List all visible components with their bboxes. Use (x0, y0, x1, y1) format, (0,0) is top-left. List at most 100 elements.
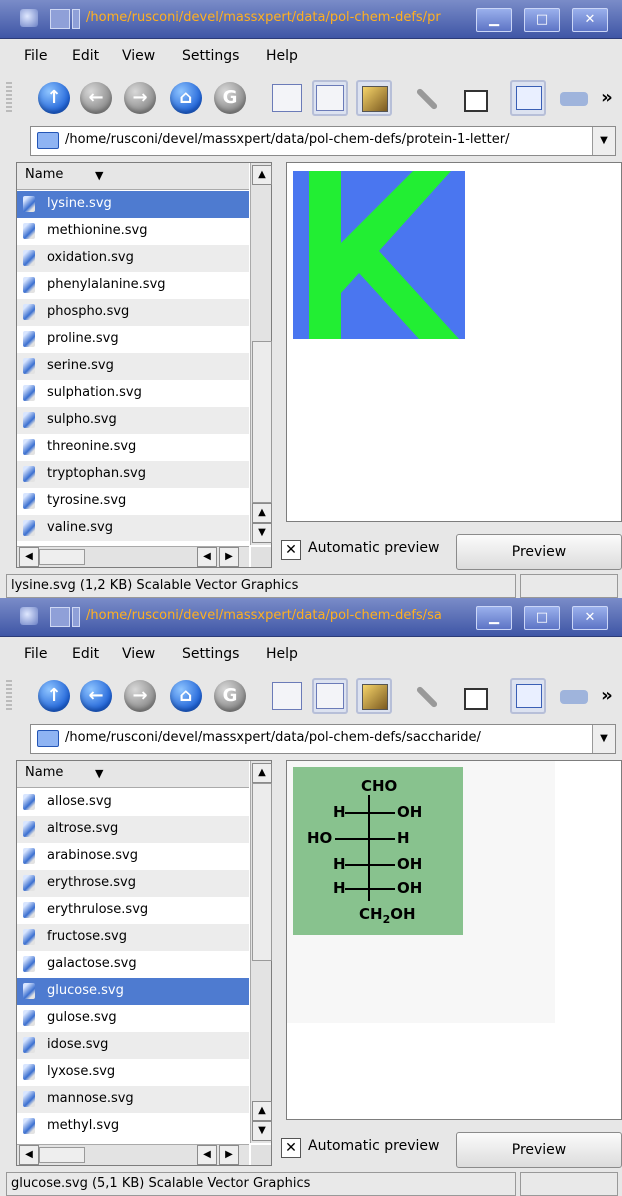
column-header-name[interactable]: Name ▼ (17, 761, 249, 788)
close-button[interactable]: ✕ (572, 8, 608, 32)
list-item[interactable]: serine.svg (17, 353, 249, 380)
up-arrow-icon[interactable]: ↑ (38, 680, 70, 712)
sticky-icon[interactable] (50, 9, 70, 29)
list-item[interactable]: threonine.svg (17, 434, 249, 461)
location-text[interactable]: /home/rusconi/devel/massxpert/data/pol-c… (65, 132, 509, 147)
list-item[interactable]: methyl.svg (17, 1113, 249, 1139)
minimize-button[interactable]: ▁ (476, 8, 512, 32)
preview-toggle-icon[interactable] (356, 80, 392, 116)
list-item[interactable]: proline.svg (17, 326, 249, 353)
preview-button[interactable]: Preview (456, 534, 622, 570)
forward-arrow-icon[interactable]: → (124, 82, 156, 114)
stack-icon[interactable] (460, 82, 492, 114)
automatic-preview-label[interactable]: Automatic preview (308, 540, 439, 556)
menu-file[interactable]: File (24, 48, 47, 64)
list-item[interactable]: gulose.svg (17, 1005, 249, 1032)
scroll-thumb[interactable] (39, 549, 85, 565)
detail-view-icon[interactable] (312, 80, 348, 116)
horizontal-scrollbar[interactable]: ◀ ◀ ▶ (17, 1144, 249, 1165)
maximize-button[interactable]: □ (524, 8, 560, 32)
scroll-up-icon[interactable]: ▲ (252, 1101, 272, 1121)
list-item[interactable]: glucose.svg (17, 978, 249, 1005)
vertical-scrollbar[interactable]: ▲ ▲ ▼ (250, 163, 272, 545)
new-window-icon[interactable] (510, 678, 546, 714)
menu-settings[interactable]: Settings (182, 646, 239, 662)
list-item[interactable]: altrose.svg (17, 816, 249, 843)
list-item[interactable]: lyxose.svg (17, 1059, 249, 1086)
vertical-scrollbar[interactable]: ▲ ▲ ▼ (250, 761, 272, 1143)
automatic-preview-checkbox[interactable]: ✕ (281, 1138, 301, 1158)
scroll-left-icon[interactable]: ◀ (19, 1145, 39, 1165)
menu-help[interactable]: Help (266, 48, 298, 64)
more-icon[interactable]: » (596, 82, 618, 114)
shade-icon[interactable] (72, 607, 80, 627)
list-item[interactable]: tryptophan.svg (17, 461, 249, 488)
scroll-left-icon[interactable]: ◀ (197, 547, 217, 567)
scroll-right-icon[interactable]: ▶ (219, 1145, 239, 1165)
chevron-down-icon[interactable]: ▼ (592, 127, 615, 155)
sticky-icon[interactable] (50, 607, 70, 627)
toolbar-grip[interactable] (6, 82, 12, 114)
list-item[interactable]: fructose.svg (17, 924, 249, 951)
menu-view[interactable]: View (122, 48, 155, 64)
menu-edit[interactable]: Edit (72, 48, 99, 64)
location-combo[interactable]: /home/rusconi/devel/massxpert/data/pol-c… (30, 126, 616, 156)
list-item[interactable]: lysine.svg (17, 191, 249, 218)
up-arrow-icon[interactable]: ↑ (38, 82, 70, 114)
list-item[interactable]: idose.svg (17, 1032, 249, 1059)
list-item[interactable]: phenylalanine.svg (17, 272, 249, 299)
menu-edit[interactable]: Edit (72, 646, 99, 662)
scroll-down-icon[interactable]: ▼ (252, 1121, 272, 1141)
list-item[interactable]: mannose.svg (17, 1086, 249, 1113)
home-icon[interactable]: ⌂ (170, 680, 202, 712)
automatic-preview-label[interactable]: Automatic preview (308, 1138, 439, 1154)
wrench-icon[interactable] (410, 680, 442, 712)
more-icon[interactable]: » (596, 680, 618, 712)
menu-file[interactable]: File (24, 646, 47, 662)
scroll-left-icon[interactable]: ◀ (197, 1145, 217, 1165)
scroll-right-icon[interactable]: ▶ (219, 547, 239, 567)
preview-button[interactable]: Preview (456, 1132, 622, 1168)
list-item[interactable]: phospho.svg (17, 299, 249, 326)
scroll-thumb[interactable] (39, 1147, 85, 1163)
title-bar[interactable]: /home/rusconi/devel/massxpert/data/pol-c… (0, 0, 622, 39)
location-text[interactable]: /home/rusconi/devel/massxpert/data/pol-c… (65, 730, 481, 745)
icon-view-icon[interactable] (272, 84, 302, 112)
back-arrow-icon[interactable]: ← (80, 82, 112, 114)
title-bar[interactable]: /home/rusconi/devel/massxpert/data/pol-c… (0, 598, 622, 637)
scroll-thumb[interactable] (252, 783, 272, 961)
horizontal-scrollbar[interactable]: ◀ ◀ ▶ (17, 546, 249, 567)
reload-icon[interactable]: G (214, 680, 246, 712)
detail-view-icon[interactable] (312, 678, 348, 714)
list-item[interactable]: arabinose.svg (17, 843, 249, 870)
forward-arrow-icon[interactable]: → (124, 680, 156, 712)
back-arrow-icon[interactable]: ← (80, 680, 112, 712)
column-header-name[interactable]: Name ▼ (17, 163, 249, 190)
list-item[interactable]: galactose.svg (17, 951, 249, 978)
stack-icon[interactable] (460, 680, 492, 712)
wrench-icon[interactable] (410, 82, 442, 114)
home-icon[interactable]: ⌂ (170, 82, 202, 114)
scroll-thumb[interactable] (252, 341, 272, 503)
list-item[interactable]: erythrose.svg (17, 870, 249, 897)
scroll-up-icon[interactable]: ▲ (252, 763, 272, 783)
scroll-up-icon[interactable]: ▲ (252, 165, 272, 185)
toolbar-grip[interactable] (6, 680, 12, 712)
minimize-button[interactable]: ▁ (476, 606, 512, 630)
print-icon[interactable] (558, 82, 590, 114)
list-item[interactable]: sulphation.svg (17, 380, 249, 407)
print-icon[interactable] (558, 680, 590, 712)
list-item[interactable]: sulpho.svg (17, 407, 249, 434)
scroll-left-icon[interactable]: ◀ (19, 547, 39, 567)
list-item[interactable]: methionine.svg (17, 218, 249, 245)
location-combo[interactable]: /home/rusconi/devel/massxpert/data/pol-c… (30, 724, 616, 754)
scroll-up-icon[interactable]: ▲ (252, 503, 272, 523)
list-item[interactable]: erythrulose.svg (17, 897, 249, 924)
scroll-down-icon[interactable]: ▼ (252, 523, 272, 543)
reload-icon[interactable]: G (214, 82, 246, 114)
icon-view-icon[interactable] (272, 682, 302, 710)
menu-view[interactable]: View (122, 646, 155, 662)
list-item[interactable]: allose.svg (17, 789, 249, 816)
close-button[interactable]: ✕ (572, 606, 608, 630)
list-item[interactable]: tyrosine.svg (17, 488, 249, 515)
